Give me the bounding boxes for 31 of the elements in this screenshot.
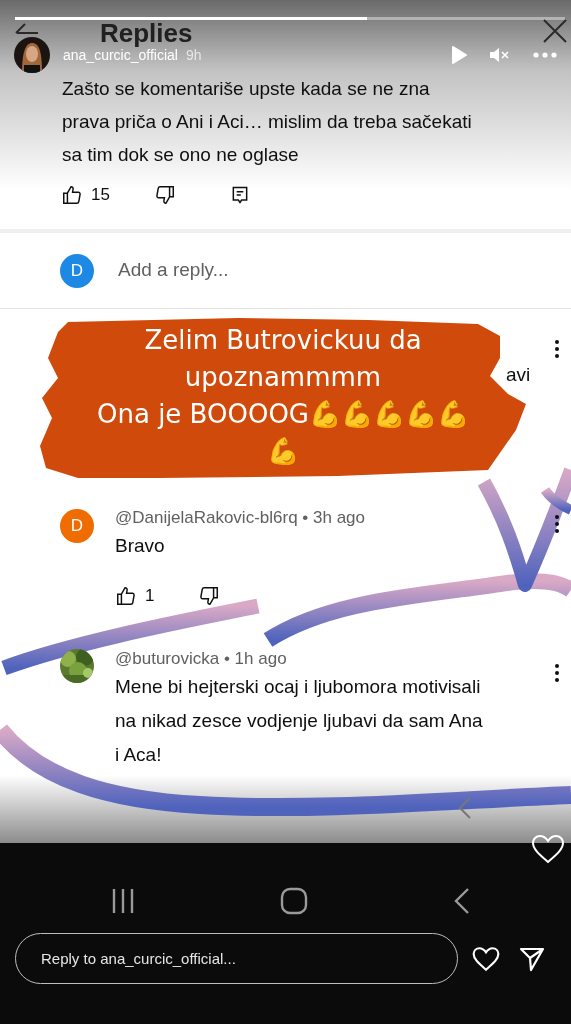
comment-meta: @buturovicka • 1h ago xyxy=(115,648,288,670)
thumbs-down-icon[interactable] xyxy=(198,585,221,607)
heart-icon[interactable] xyxy=(472,945,500,972)
comment-text: Mene bi hejterski ocaj i ljubomora motivisali na nikad zesce vodjenje ljubavi da sam Ana i Aca! xyxy=(115,675,483,767)
thumbs-down-icon[interactable] xyxy=(153,184,176,206)
comment-text: Zašto se komentariše upste kada se ne zna prava priča o Ani i Aci… mislim da treba sačekati sa tim dok se ono ne oglase xyxy=(62,77,473,167)
comment-meta: @DanijelaRakovic-bl6rq • 3h ago xyxy=(115,507,365,529)
back-icon[interactable] xyxy=(454,887,470,915)
recent-apps-icon[interactable] xyxy=(111,888,135,914)
comment-text: avi xyxy=(506,363,531,387)
thumbs-up-icon[interactable] xyxy=(115,585,137,607)
close-icon[interactable] xyxy=(542,18,568,44)
comment-text: Bravo xyxy=(115,534,166,558)
reply-input[interactable]: Reply to ana_curcic_official... xyxy=(15,933,458,984)
reply-input[interactable]: Add a reply... xyxy=(118,256,418,285)
more-icon[interactable] xyxy=(554,339,560,359)
more-icon[interactable] xyxy=(554,663,560,683)
back-arrow-icon[interactable] xyxy=(14,22,40,34)
like-count: 1 xyxy=(145,585,155,608)
avatar: D xyxy=(60,509,94,543)
like-count: 15 xyxy=(91,184,110,207)
thumbs-up-icon[interactable] xyxy=(61,184,83,206)
send-icon[interactable] xyxy=(519,945,545,972)
home-icon[interactable] xyxy=(280,887,308,915)
avatar: D xyxy=(60,253,94,288)
back-chevron-icon xyxy=(458,796,472,820)
story-author: ana_curcic_official xyxy=(63,46,178,65)
page-title: Replies xyxy=(100,20,193,46)
more-icon[interactable] xyxy=(554,514,560,534)
heart-icon[interactable] xyxy=(531,834,565,864)
story-time: 9h xyxy=(185,46,202,65)
